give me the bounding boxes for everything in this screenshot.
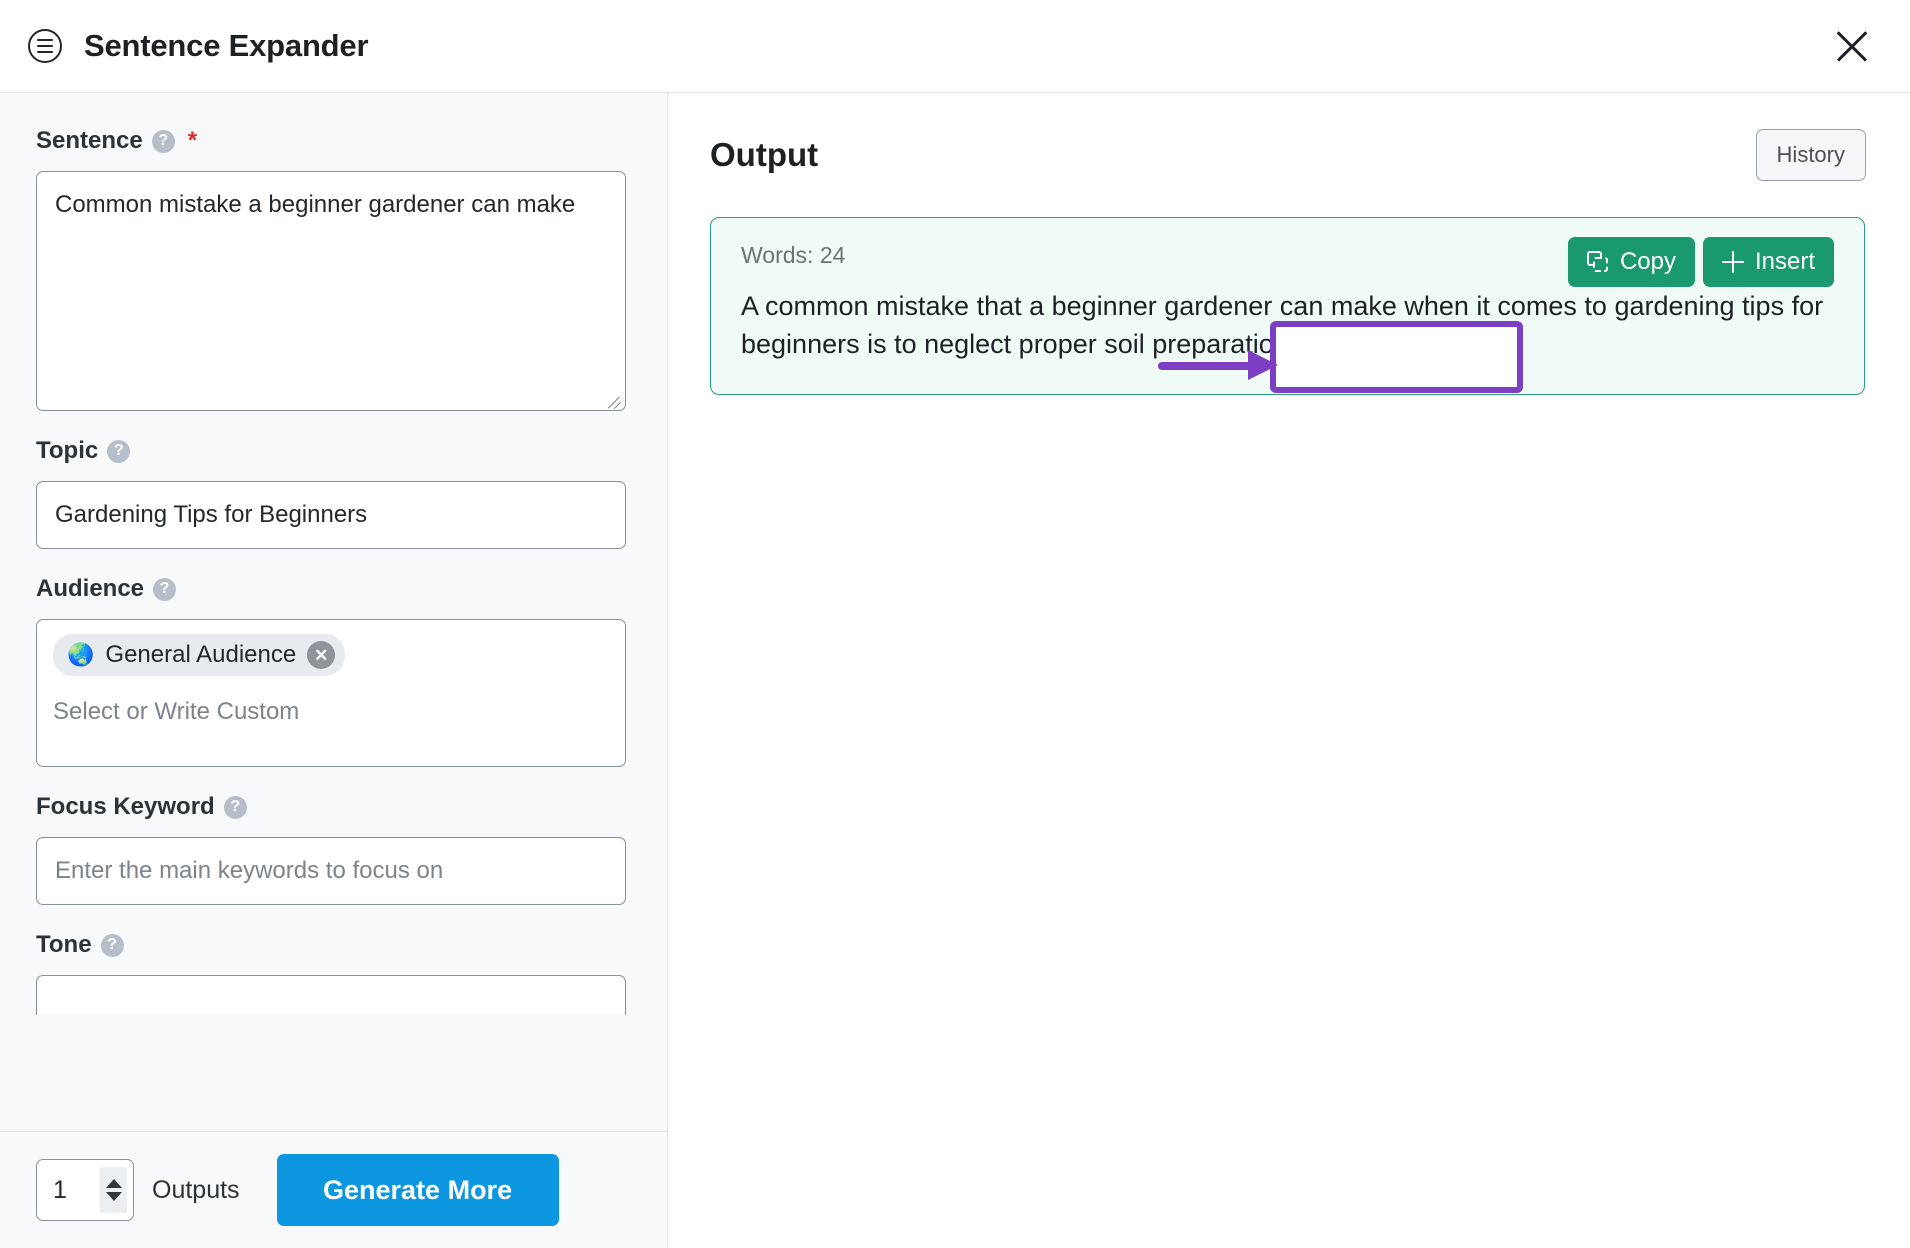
tone-select[interactable]: [36, 975, 626, 1015]
topic-value: Gardening Tips for Beginners: [55, 501, 368, 528]
focus-keyword-placeholder: Enter the main keywords to focus on: [55, 857, 444, 884]
audience-label: Audience: [36, 575, 145, 602]
page-title: Sentence Expander: [84, 28, 369, 63]
outputs-count-value: 1: [53, 1175, 67, 1204]
main-content: Sentence ? * Common mistake a beginner g…: [0, 93, 1910, 1248]
output-panel: Output History Words: 24 A common mistak…: [668, 93, 1910, 1248]
field-tone: Tone ?: [36, 931, 632, 1015]
audience-chip-label: General Audience: [105, 641, 297, 668]
stepper-arrows-icon[interactable]: [100, 1167, 127, 1213]
insert-button[interactable]: Insert: [1702, 237, 1834, 287]
focus-keyword-label-row: Focus Keyword ?: [36, 793, 632, 821]
copy-button[interactable]: Copy: [1567, 237, 1695, 287]
field-audience: Audience ? 🌏 General Audience ✕ Select o…: [36, 575, 632, 767]
sentence-textarea[interactable]: Common mistake a beginner gardener can m…: [36, 171, 626, 411]
sentence-value: Common mistake a beginner gardener can m…: [55, 191, 576, 218]
globe-icon: 🌏: [67, 642, 95, 667]
output-header: Output History: [710, 125, 1866, 185]
stepper-up-icon[interactable]: [105, 1179, 122, 1188]
field-focus-keyword: Focus Keyword ? Enter the main keywords …: [36, 793, 632, 905]
close-icon[interactable]: [1826, 20, 1878, 72]
generate-more-button[interactable]: Generate More: [276, 1154, 559, 1226]
form-footer: 1 Outputs Generate More: [0, 1131, 667, 1248]
copy-icon: [1586, 251, 1609, 273]
focus-keyword-label: Focus Keyword: [36, 793, 215, 820]
required-marker: *: [187, 127, 198, 154]
hamburger-circle-icon[interactable]: [28, 29, 62, 63]
stepper-down-icon[interactable]: [105, 1192, 122, 1201]
annotation-arrow-icon: [1158, 350, 1278, 380]
question-mark-icon[interactable]: ?: [151, 129, 175, 153]
card-action-buttons: Copy Insert: [1567, 237, 1834, 287]
outputs-stepper[interactable]: 1: [36, 1159, 134, 1221]
topic-input[interactable]: Gardening Tips for Beginners: [36, 481, 626, 549]
tone-label-row: Tone ?: [36, 931, 632, 959]
audience-placeholder[interactable]: Select or Write Custom: [53, 698, 609, 726]
annotation-highlight-rectangle: [1270, 321, 1523, 393]
topic-label-row: Topic ?: [36, 437, 632, 465]
copy-button-label: Copy: [1619, 248, 1676, 275]
form-panel: Sentence ? * Common mistake a beginner g…: [0, 93, 668, 1248]
form-scroll-area: Sentence ? * Common mistake a beginner g…: [0, 93, 667, 1131]
question-mark-icon[interactable]: ?: [153, 577, 177, 601]
field-sentence: Sentence ? * Common mistake a beginner g…: [36, 127, 632, 411]
focus-keyword-input[interactable]: Enter the main keywords to focus on: [36, 837, 626, 905]
sentence-label-row: Sentence ? *: [36, 127, 632, 155]
plus-icon: [1721, 251, 1744, 273]
outputs-label: Outputs: [152, 1175, 240, 1204]
field-topic: Topic ? Gardening Tips for Beginners: [36, 437, 632, 549]
question-mark-icon[interactable]: ?: [107, 439, 131, 463]
insert-button-label: Insert: [1754, 248, 1815, 275]
audience-multiselect[interactable]: 🌏 General Audience ✕ Select or Write Cus…: [36, 619, 626, 767]
topic-label: Topic: [36, 437, 99, 464]
resize-handle-icon[interactable]: [606, 391, 622, 407]
tone-label: Tone: [36, 931, 92, 958]
history-button[interactable]: History: [1755, 129, 1866, 181]
audience-chip[interactable]: 🌏 General Audience ✕: [53, 634, 346, 676]
app-header: Sentence Expander: [0, 0, 1910, 93]
question-mark-icon[interactable]: ?: [223, 795, 247, 819]
remove-chip-icon[interactable]: ✕: [307, 641, 336, 669]
audience-label-row: Audience ?: [36, 575, 632, 603]
sentence-label: Sentence: [36, 127, 143, 154]
question-mark-icon[interactable]: ?: [100, 933, 124, 957]
output-title: Output: [710, 136, 819, 173]
